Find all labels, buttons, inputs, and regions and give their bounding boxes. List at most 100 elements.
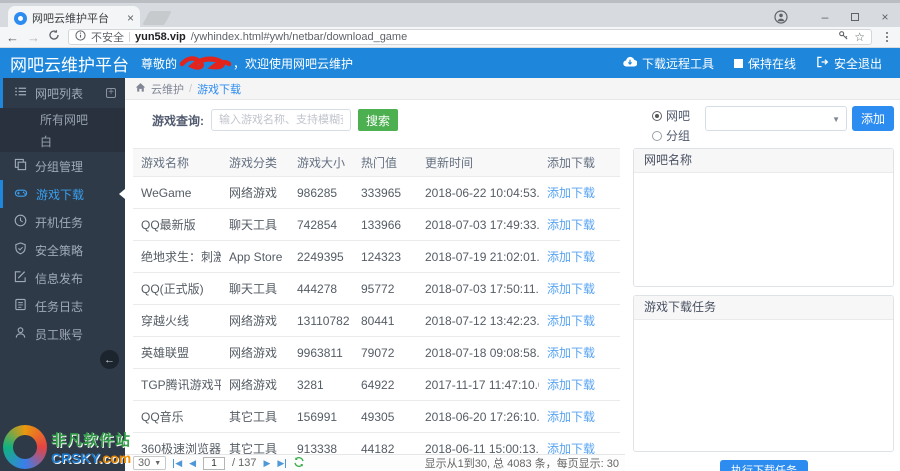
keep-online-button[interactable]: 保持在线 — [733, 55, 796, 72]
bookmark-star-icon[interactable]: ☆ — [854, 30, 865, 44]
game-updated-cell: 2018-06-11 15:00:13.0 — [417, 432, 539, 454]
last-page-button[interactable]: ▶ — [277, 458, 287, 468]
add-download-link[interactable]: 添加下载 — [547, 314, 595, 328]
add-download-cell: 添加下载 — [539, 336, 620, 369]
task-box-body — [634, 320, 893, 451]
game-updated-cell: 2018-06-20 17:26:10.0 — [417, 400, 539, 433]
sidebar-item-game-download[interactable]: 游戏下载 — [0, 180, 125, 208]
game-search-input[interactable] — [211, 109, 351, 131]
address-bar[interactable]: 不安全 yun58.vip /ywhindex.html#ywh/netbar/… — [68, 29, 872, 45]
logout-icon — [816, 56, 829, 71]
browser-profile-icon[interactable] — [774, 9, 788, 24]
game-hot-cell: 64922 — [353, 368, 417, 401]
download-remote-tool-button[interactable]: 下载远程工具 — [623, 55, 714, 72]
radio-group[interactable]: 分组 — [652, 127, 690, 144]
sidebar-subitem-all-netbars[interactable]: 所有网吧 — [0, 108, 125, 130]
greeting-suffix: ，欢迎使用网吧云维护 — [233, 56, 354, 71]
refresh-icon[interactable] — [293, 456, 305, 471]
netbar-select-dropdown[interactable]: ▼ — [705, 106, 847, 131]
radio-selected-icon — [652, 110, 662, 121]
keep-online-label: 保持在线 — [747, 56, 796, 71]
sidebar-collapse-button[interactable]: ← — [100, 350, 119, 369]
add-download-link[interactable]: 添加下载 — [547, 442, 595, 454]
game-updated-cell: 2018-07-03 17:50:11.0 — [417, 272, 539, 305]
key-icon[interactable] — [838, 30, 849, 44]
page-size-select[interactable]: 30 ▼ — [133, 456, 167, 470]
url-domain: yun58.vip — [135, 31, 186, 43]
sidebar-item-netbar-list[interactable]: 网吧列表 + — [0, 78, 125, 108]
tab-close-icon[interactable]: × — [127, 11, 134, 25]
window-minimize-button[interactable]: – — [810, 10, 840, 24]
download-task-box: 游戏下载任务 — [633, 295, 894, 452]
gamepad-icon — [14, 186, 28, 202]
game-size-cell: 986285 — [289, 176, 353, 209]
first-page-button[interactable]: ◀ — [173, 458, 182, 468]
table-row: 穿越火线 网络游戏 13110782 80441 2018-07-12 13:42:23… — [133, 304, 620, 337]
caret-down-icon: ▼ — [154, 459, 162, 467]
game-category-cell: 聊天工具 — [221, 272, 289, 305]
info-icon[interactable] — [75, 30, 86, 44]
add-download-cell: 添加下载 — [539, 368, 620, 401]
search-button[interactable]: 搜索 — [358, 109, 399, 131]
breadcrumb-current[interactable]: 游戏下载 — [197, 81, 241, 97]
prev-page-button[interactable]: ◀ — [189, 458, 196, 468]
page-number-input[interactable] — [203, 456, 226, 470]
add-download-link[interactable]: 添加下载 — [547, 346, 595, 360]
sidebar-item-boot-task[interactable]: 开机任务 — [0, 208, 125, 236]
game-size-cell: 156991 — [289, 400, 353, 433]
app-navbar: 网吧云维护平台 尊敬的 ，欢迎使用网吧云维护 下载远程工具 保持在线 安全退出 — [0, 48, 900, 78]
netbar-name-box: 网吧名称 — [633, 148, 894, 287]
table-row: 绝地求生：刺激战场App Store22493951243232018-07-1… — [133, 240, 620, 273]
toggle-expand-icon[interactable]: + — [106, 88, 116, 98]
download-tool-label: 下载远程工具 — [641, 56, 714, 71]
list-icon — [14, 85, 27, 101]
sidebar-item-label: 开机任务 — [35, 215, 84, 230]
breadcrumb-home[interactable]: 云维护 — [151, 81, 184, 97]
total-pages-label: / 137 — [232, 457, 257, 469]
game-category-cell: 网络游戏 — [221, 336, 289, 369]
target-selector: 网吧 分组 ▼ 添加 — [630, 100, 898, 148]
safe-exit-button[interactable]: 安全退出 — [816, 55, 882, 72]
collapse-arrow-icon: ← — [104, 353, 115, 366]
add-download-link[interactable]: 添加下载 — [547, 250, 595, 264]
sidebar-item-security-policy[interactable]: 安全策略 — [0, 236, 125, 264]
radio-netbar[interactable]: 网吧 — [652, 107, 690, 124]
window-close-button[interactable]: × — [870, 10, 900, 24]
add-download-link[interactable]: 添加下载 — [547, 282, 595, 296]
window-maximize-button[interactable] — [840, 10, 870, 24]
add-download-link[interactable]: 添加下载 — [547, 378, 595, 392]
add-download-link[interactable]: 添加下载 — [547, 186, 595, 200]
game-hot-cell: 80441 — [353, 304, 417, 337]
document-icon — [14, 298, 27, 314]
game-name-cell: QQ音乐 — [133, 400, 221, 433]
sidebar-item-label: 网吧列表 — [35, 86, 84, 101]
sidebar-item-employee-account[interactable]: 员工账号 — [0, 320, 125, 348]
table-row: QQ音乐 其它工具 156991 49305 2018-06-20 17:26:10.0… — [133, 400, 620, 433]
sidebar-item-info-publish[interactable]: 信息发布 — [0, 264, 125, 292]
sidebar-item-group-manage[interactable]: 分组管理 — [0, 152, 125, 180]
col-hot-value: 热门值 — [353, 148, 417, 177]
caret-down-icon: ▼ — [832, 115, 840, 124]
url-path: /ywhindex.html#ywh/netbar/download_game — [190, 31, 408, 43]
browser-toolbar: ← → 不安全 yun58.vip /ywhindex.html#ywh/net… — [0, 27, 900, 48]
browser-tabstrip: 网吧云维护平台 × – × — [0, 0, 900, 30]
sidebar-subitem-label: 所有网吧 — [40, 112, 89, 127]
folders-icon — [14, 158, 27, 174]
add-download-cell: 添加下载 — [539, 208, 620, 241]
browser-menu-icon[interactable] — [880, 32, 894, 42]
next-page-button[interactable]: ▶ — [264, 458, 271, 468]
back-icon[interactable]: ← — [6, 31, 19, 44]
sidebar-item-task-log[interactable]: 任务日志 — [0, 292, 125, 320]
add-download-link[interactable]: 添加下载 — [547, 218, 595, 232]
reload-icon[interactable] — [48, 28, 60, 46]
col-update-time: 更新时间 — [417, 148, 539, 177]
game-category-cell: 网络游戏 — [221, 176, 289, 209]
execute-download-button[interactable]: 执行下载任务 — [720, 460, 808, 471]
pagination-summary: 显示从1到30, 总 4083 条，每页显示: 30 — [424, 458, 619, 470]
game-table: 游戏名称 游戏分类 游戏大小 热门值 更新时间 添加下载 WeGame 网络游戏 9… — [133, 148, 620, 454]
new-tab-button[interactable] — [142, 11, 172, 25]
add-download-link[interactable]: 添加下载 — [547, 410, 595, 424]
add-button[interactable]: 添加 — [852, 106, 895, 131]
sidebar-subitem-netbar[interactable]: 白 — [0, 130, 125, 152]
game-category-cell: 聊天工具 — [221, 208, 289, 241]
